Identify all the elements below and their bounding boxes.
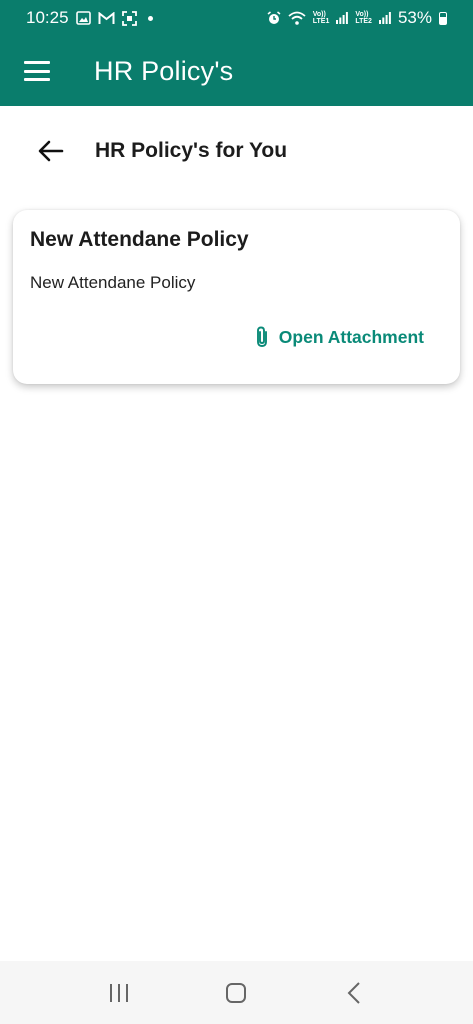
- home-button[interactable]: [216, 973, 256, 1013]
- system-nav-bar: [0, 961, 473, 1024]
- open-attachment-button[interactable]: Open Attachment: [255, 326, 424, 348]
- status-right: Vo)) LTE1 Vo)) LTE2 53%: [267, 8, 447, 28]
- network-sim1: Vo)) LTE1: [313, 11, 330, 25]
- policy-title: New Attendane Policy: [30, 228, 249, 251]
- top-header: 10:25 Vo)) LTE1 Vo)) LTE2 53% HR Policy'…: [0, 0, 473, 106]
- back-arrow-icon[interactable]: [38, 137, 66, 165]
- status-left: 10:25: [26, 8, 153, 28]
- signal-icon-2: [378, 12, 391, 24]
- app-title: HR Policy's: [94, 55, 234, 86]
- policy-card[interactable]: New Attendane Policy New Attendane Polic…: [13, 210, 460, 384]
- battery-icon: [439, 11, 447, 25]
- hamburger-menu-icon[interactable]: [24, 61, 50, 81]
- battery-percent: 53%: [397, 8, 432, 27]
- signal-icon: [336, 12, 349, 24]
- policy-description: New Attendane Policy: [30, 273, 196, 292]
- alarm-icon: [267, 11, 281, 25]
- app-bar: HR Policy's: [0, 36, 473, 106]
- open-attachment-label: Open Attachment: [278, 326, 424, 347]
- status-bar: 10:25 Vo)) LTE1 Vo)) LTE2 53%: [0, 0, 473, 36]
- nav-back-button[interactable]: [334, 973, 374, 1013]
- network-sim2: Vo)) LTE2: [355, 11, 372, 25]
- page-title: HR Policy's for You: [95, 139, 288, 162]
- sim1-volte-label: Vo)): [312, 11, 326, 18]
- sim2-volte-label: Vo)): [355, 11, 369, 18]
- sim2-lte-label: LTE2: [355, 18, 372, 25]
- sim1-lte-label: LTE1: [312, 18, 330, 25]
- notification-dot-icon: [147, 15, 153, 21]
- subheader: HR Policy's for You: [0, 106, 473, 196]
- paperclip-icon: [255, 326, 269, 348]
- screen: 10:25 Vo)) LTE1 Vo)) LTE2 53% HR Policy'…: [0, 0, 473, 1024]
- scan-icon: [121, 10, 137, 26]
- status-time: 10:25: [26, 8, 69, 27]
- gallery-icon: [75, 11, 91, 25]
- wifi-icon: [288, 11, 306, 25]
- gmail-icon: [98, 11, 115, 25]
- recent-apps-button[interactable]: [99, 973, 139, 1013]
